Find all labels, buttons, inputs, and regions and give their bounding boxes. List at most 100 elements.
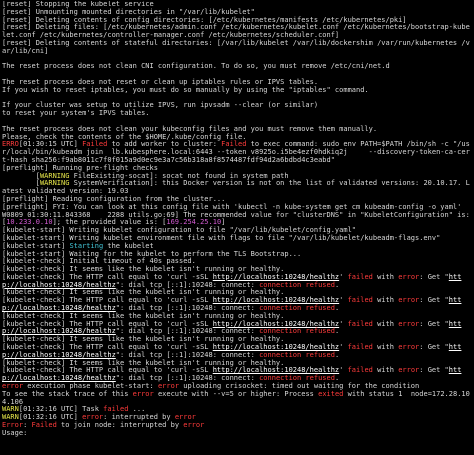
- terminal-text: .: [334, 327, 340, 336]
- terminal-text: [kubelet-check] The HTTP call equal to '…: [2, 272, 213, 281]
- terminal-text: the kubelet: [103, 241, 154, 250]
- terminal-text: [reset] Deleting contents of stateful di…: [2, 38, 470, 55]
- terminal-line: To see the stack trace of this error exe…: [2, 389, 472, 407]
- terminal-line: [reset] Deleting contents of stateful di…: [2, 38, 472, 56]
- terminal-text: connection refused: [259, 327, 335, 336]
- terminal-text: ": dial tcp [::1]:10248: connect:: [115, 374, 260, 383]
- terminal-text: : Get ": [419, 366, 449, 375]
- terminal-line: [kubelet-check] The HTTP call equal to '…: [2, 272, 472, 290]
- terminal-text: failed: [103, 405, 129, 414]
- terminal-link[interactable]: http://localhost:10248/healthz: [213, 273, 339, 281]
- terminal-output[interactable]: [reset] Stopping the kubelet service [res…: [2, 1, 472, 454]
- terminal-text: [kubelet-check] It seems like the kubele…: [2, 335, 285, 344]
- terminal-line: W0809 01:30:11.843368 2288 utils.go:69] …: [2, 211, 472, 228]
- terminal-text: with: [372, 343, 399, 352]
- terminal-line: [kubelet-check] The HTTP call equal to '…: [2, 296, 472, 313]
- terminal-text: [kubelet-start]: [2, 241, 70, 250]
- terminal-text: : Get ": [419, 343, 449, 352]
- terminal-line: Usage:: [2, 428, 472, 438]
- terminal-text: [: [2, 171, 40, 180]
- terminal-text: [01:32:16 UTC] Task: [18, 405, 104, 414]
- terminal-text: [kubelet-check] Initial timeout of 40s p…: [2, 257, 196, 266]
- terminal-text: [01:32:16 UTC]: [18, 413, 83, 422]
- terminal-text: failed: [347, 366, 373, 375]
- terminal-text: SystemVerification]: this Docker version…: [2, 179, 470, 196]
- terminal-link[interactable]: http://localhost:10248/healthz: [213, 296, 339, 304]
- terminal-text: .: [334, 350, 340, 359]
- terminal-text: : Get ": [419, 319, 449, 328]
- terminal-text: WARN: [2, 405, 19, 414]
- terminal-text: ': [339, 319, 348, 328]
- terminal-text: failed: [347, 296, 373, 305]
- terminal-text: error: [2, 382, 24, 391]
- terminal-text: : Get ": [419, 296, 449, 305]
- terminal-text: 169.254.25.10: [166, 218, 222, 227]
- terminal-text: error: [132, 389, 154, 398]
- terminal-line: Error: Failed to join node: interrupted …: [2, 421, 472, 430]
- terminal-text: If your cluster was setup to utilize IPV…: [2, 101, 319, 110]
- terminal-text: Error: [2, 421, 24, 430]
- terminal-text: 10.233.0.10: [6, 218, 53, 227]
- terminal-text: error: [398, 366, 420, 375]
- terminal-text: .: [334, 280, 340, 289]
- terminal-text: The reset process does not clean CNI con…: [2, 62, 390, 71]
- terminal-text: error: [183, 421, 205, 430]
- terminal-text: ...: [128, 405, 146, 414]
- terminal-line: [kubelet-check] The HTTP call equal to '…: [2, 367, 472, 383]
- terminal-text: error: [174, 413, 196, 422]
- terminal-text: connection refused: [259, 374, 335, 383]
- terminal-text: ': [339, 296, 348, 305]
- terminal-text: [kubelet-check] It seems like the kubele…: [2, 288, 285, 297]
- terminal-text: ]: [221, 218, 226, 227]
- terminal-text: [reset] Deleting contents of config dire…: [2, 15, 407, 24]
- terminal-text: [kubelet-check] It seems like the kubele…: [2, 265, 285, 274]
- terminal-text: [kubelet-start] Writing kubelet environm…: [2, 233, 441, 242]
- terminal-text: [kubelet-check] The HTTP call equal to '…: [2, 296, 213, 305]
- terminal-link[interactable]: http://localhost:10248/healthz: [213, 366, 339, 375]
- terminal-text: To see the stack trace of this: [2, 389, 133, 398]
- terminal-text: error: [398, 319, 420, 328]
- terminal-text: error: [398, 296, 420, 305]
- terminal-text: [preflight] Running pre-flight checks: [2, 163, 158, 172]
- terminal-text: Usage:: [2, 428, 28, 437]
- terminal-text: connection refused: [259, 350, 335, 359]
- terminal-text: ': [339, 343, 348, 352]
- terminal-text: to add worker to cluster:: [107, 140, 222, 149]
- terminal-line: The reset process does not clean CNI con…: [2, 62, 472, 71]
- terminal-text: failed: [347, 319, 373, 328]
- terminal-text: If you wish to reset iptables, you must …: [2, 85, 369, 94]
- terminal-text: The reset process does not reset or clea…: [2, 77, 319, 86]
- terminal-line: to reset your system's IPVS tables.: [2, 109, 472, 118]
- terminal-text: .: [334, 374, 340, 383]
- terminal-text: [kubelet-check] The HTTP call equal to '…: [2, 343, 213, 352]
- terminal-text: connection refused: [259, 280, 335, 289]
- terminal-text: error: [398, 272, 420, 281]
- terminal-text: Starting: [69, 241, 104, 250]
- terminal-text: failed: [347, 343, 373, 352]
- terminal-text: WARNING: [39, 179, 70, 188]
- terminal-link[interactable]: http://localhost:10248/healthz: [213, 320, 339, 328]
- terminal-text: ': [339, 272, 348, 281]
- terminal-text: ERRO: [2, 140, 19, 149]
- terminal-text: ": dial tcp [::1]:10248: connect:: [115, 304, 260, 313]
- terminal-link[interactable]: http://localhost:10248/healthz: [213, 343, 339, 351]
- terminal-text: ': [339, 366, 348, 375]
- terminal-text: uploading crisocket: timed out waiting f…: [179, 382, 420, 391]
- terminal-text: :: [23, 421, 32, 430]
- terminal-text: The reset process does not clean your ku…: [2, 124, 378, 133]
- terminal-text: [kubelet-check] It seems like the kubele…: [2, 311, 285, 320]
- terminal-line: [reset] Deleting files: [/etc/kubernetes…: [2, 24, 472, 40]
- terminal-text: WARN: [2, 413, 19, 422]
- terminal-line: [kubelet-check] The HTTP call equal to '…: [2, 343, 472, 360]
- terminal-text: execution phase kubelet-start:: [23, 382, 158, 391]
- terminal-text: error: [157, 382, 180, 391]
- terminal-text: failed: [347, 272, 373, 281]
- terminal-text: with: [372, 366, 399, 375]
- terminal-text: with: [372, 319, 399, 328]
- terminal-text: [01:30:15 UTC]: [18, 140, 83, 149]
- terminal-text: [: [2, 179, 40, 188]
- terminal-text: [preflight] Reading configuration from t…: [2, 194, 226, 203]
- terminal-text: [reset] Unmounting mounted directories i…: [2, 7, 255, 16]
- terminal-line: If you wish to reset iptables, you must …: [2, 85, 472, 95]
- terminal-text: connection refused: [259, 304, 335, 313]
